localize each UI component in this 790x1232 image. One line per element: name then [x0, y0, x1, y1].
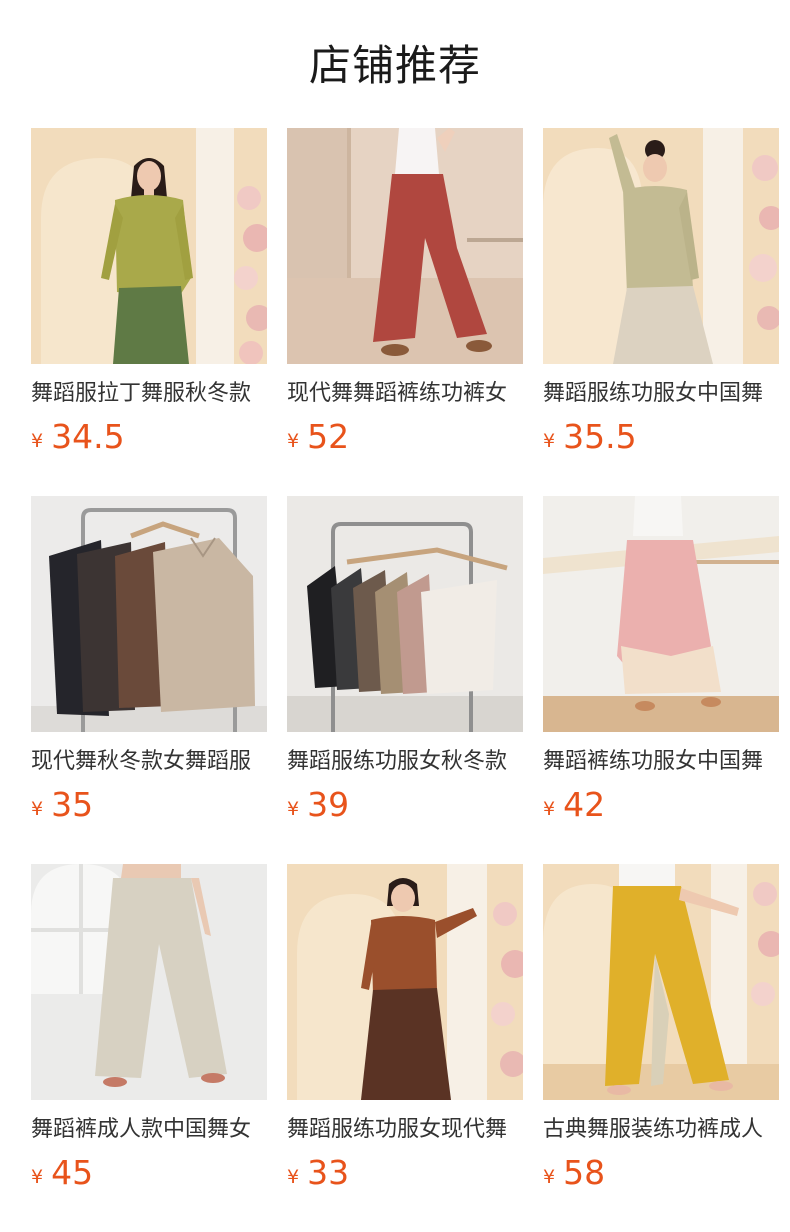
product-card[interactable]: 舞蹈服练功服女秋冬款 ¥39: [287, 496, 523, 826]
currency-symbol: ¥: [543, 430, 556, 452]
product-card[interactable]: 舞蹈服练功服女现代舞 ¥33: [287, 864, 523, 1194]
product-price: ¥33: [287, 1150, 349, 1196]
product-card[interactable]: 舞蹈服练功服女中国舞 ¥35.5: [543, 128, 779, 458]
price-value: 58: [563, 1153, 606, 1192]
price-value: 35: [51, 785, 94, 824]
currency-symbol: ¥: [543, 798, 556, 820]
product-price: ¥35: [31, 782, 93, 828]
product-image[interactable]: [543, 128, 779, 364]
product-title[interactable]: 舞蹈裤成人款中国舞女: [31, 1112, 267, 1148]
product-title[interactable]: 现代舞舞蹈裤练功裤女: [287, 376, 523, 412]
product-image[interactable]: [287, 496, 523, 732]
currency-symbol: ¥: [31, 798, 44, 820]
product-price: ¥39: [287, 782, 349, 828]
product-image[interactable]: [31, 128, 267, 364]
product-card[interactable]: 舞蹈服拉丁舞服秋冬款 ¥34.5: [31, 128, 267, 458]
currency-symbol: ¥: [543, 1166, 556, 1188]
product-price: ¥58: [543, 1150, 605, 1196]
price-value: 42: [563, 785, 606, 824]
product-title[interactable]: 舞蹈裤练功服女中国舞: [543, 744, 779, 780]
product-price: ¥52: [287, 414, 349, 460]
price-value: 39: [307, 785, 350, 824]
product-title[interactable]: 舞蹈服练功服女现代舞: [287, 1112, 523, 1148]
product-price: ¥35.5: [543, 414, 637, 460]
product-price: ¥45: [31, 1150, 93, 1196]
product-image[interactable]: [31, 496, 267, 732]
product-image[interactable]: [543, 496, 779, 732]
product-card[interactable]: 现代舞舞蹈裤练功裤女 ¥52: [287, 128, 523, 458]
product-title[interactable]: 舞蹈服拉丁舞服秋冬款: [31, 376, 267, 412]
currency-symbol: ¥: [287, 798, 300, 820]
price-value: 34.5: [51, 417, 125, 456]
price-value: 35.5: [563, 417, 637, 456]
product-card[interactable]: 现代舞秋冬款女舞蹈服 ¥35: [31, 496, 267, 826]
product-card[interactable]: 舞蹈裤练功服女中国舞 ¥42: [543, 496, 779, 826]
product-title[interactable]: 舞蹈服练功服女秋冬款: [287, 744, 523, 780]
product-title[interactable]: 古典舞服装练功裤成人: [543, 1112, 779, 1148]
price-value: 52: [307, 417, 350, 456]
product-image[interactable]: [287, 864, 523, 1100]
price-value: 45: [51, 1153, 94, 1192]
product-image[interactable]: [287, 128, 523, 364]
product-title[interactable]: 舞蹈服练功服女中国舞: [543, 376, 779, 412]
product-card[interactable]: 古典舞服装练功裤成人 ¥58: [543, 864, 779, 1194]
product-price: ¥42: [543, 782, 605, 828]
product-price: ¥34.5: [31, 414, 125, 460]
currency-symbol: ¥: [31, 430, 44, 452]
product-image[interactable]: [31, 864, 267, 1100]
product-title[interactable]: 现代舞秋冬款女舞蹈服: [31, 744, 267, 780]
currency-symbol: ¥: [287, 1166, 300, 1188]
section-title: 店铺推荐: [308, 41, 481, 90]
price-value: 33: [307, 1153, 350, 1192]
product-card[interactable]: 舞蹈裤成人款中国舞女 ¥45: [31, 864, 267, 1194]
product-image[interactable]: [543, 864, 779, 1100]
currency-symbol: ¥: [31, 1166, 44, 1188]
currency-symbol: ¥: [287, 430, 300, 452]
